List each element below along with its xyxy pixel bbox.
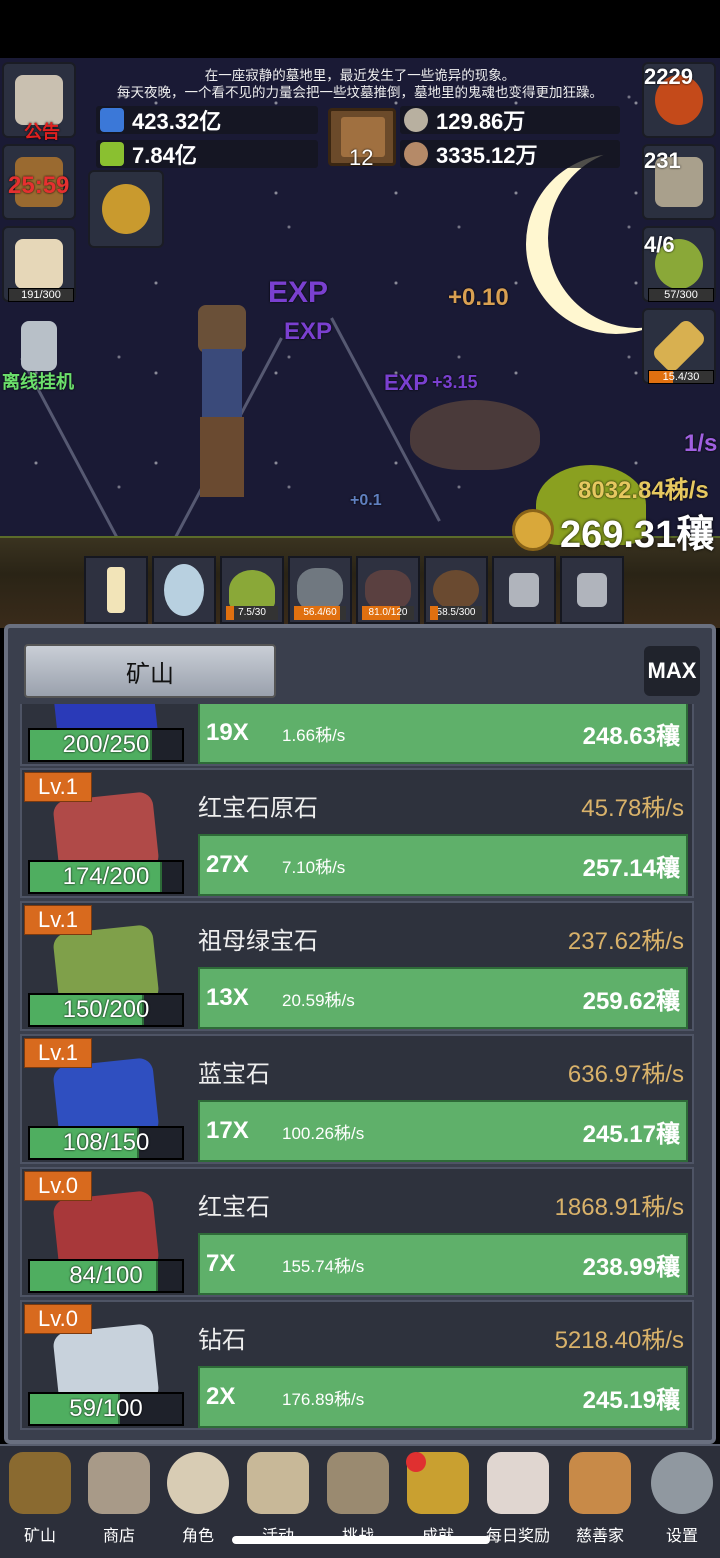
map-icon: [327, 1452, 389, 1514]
slime-button[interactable]: 4/6 57/300: [642, 226, 716, 302]
level-badge: Lv.0: [24, 1304, 92, 1334]
upgrade-button[interactable]: 17X 100.26秭/s 245.17穰: [198, 1100, 688, 1162]
skull-icon: [167, 1452, 229, 1514]
mine-name: 红宝石: [198, 1193, 270, 1221]
gold-coin-icon: [512, 509, 554, 551]
slime-icon: [229, 570, 275, 610]
upgrade-button[interactable]: 13X 20.59秭/s 259.62穰: [198, 967, 688, 1029]
mine-name: 钻石: [198, 1326, 246, 1354]
nav-charity[interactable]: 慈善家: [560, 1452, 640, 1552]
gear-icon: [651, 1452, 713, 1514]
mine-rate: 1868.91秭/s: [554, 1194, 684, 1221]
spider-slot[interactable]: 58.5/300: [424, 556, 488, 624]
mine-row-emerald: Lv.1 150/200 祖母绿宝石 237.62秭/s 13X 20.59秭/…: [20, 901, 694, 1031]
locked-slot[interactable]: [560, 556, 624, 624]
nav-settings[interactable]: 设置: [642, 1452, 720, 1552]
egg-icon: [164, 564, 204, 616]
golden-key-icon: [102, 184, 150, 234]
silver-coin-resource: 129.86万: [400, 106, 620, 134]
mine-panel: 矿山 MAX 200/250 19X 1.66秭/s 248.63穰 Lv.1 …: [4, 624, 716, 1444]
hero-character: [188, 305, 258, 505]
mine-list[interactable]: 200/250 19X 1.66秭/s 248.63穰 Lv.1 174/200…: [20, 704, 696, 1432]
locked-slot[interactable]: [492, 556, 556, 624]
notice-button[interactable]: 公告: [2, 62, 76, 142]
upgrade-button[interactable]: 7X 155.74秭/s 238.99穰: [198, 1233, 688, 1295]
damage-float: +0.1: [350, 492, 382, 509]
level-badge: Lv.1: [24, 905, 92, 935]
nav-daily[interactable]: 每日奖励: [478, 1452, 558, 1552]
egg-slot[interactable]: [152, 556, 216, 624]
mine-rate: 5218.40秭/s: [554, 1327, 684, 1354]
nav-mine[interactable]: 矿山: [0, 1452, 80, 1552]
damage-float: +3.15: [432, 372, 478, 392]
green-potion-icon: [100, 142, 124, 166]
lock-icon: [577, 573, 607, 607]
book-button[interactable]: 12: [328, 108, 396, 170]
gold-total: 269.31穰: [512, 504, 714, 556]
nav-shop[interactable]: 商店: [79, 1452, 159, 1552]
status-bar-area: [0, 0, 720, 58]
exp-float: EXP: [384, 370, 429, 395]
offline-button[interactable]: 离线挂机: [2, 308, 76, 392]
shop-icon: [88, 1452, 150, 1514]
letter-icon: [487, 1452, 549, 1514]
meat-icon: [404, 142, 428, 166]
candle-slot[interactable]: [84, 556, 148, 624]
damage-float: +0.10: [448, 284, 509, 311]
upgrade-button[interactable]: 2X 176.89秭/s 245.19穰: [198, 1366, 688, 1428]
sword-icon: [650, 317, 708, 375]
slime-slot[interactable]: 7.5/30: [220, 556, 284, 624]
bat-slot[interactable]: 81.0/120: [356, 556, 420, 624]
notification-dot: [406, 1452, 426, 1472]
blue-potion-resource: 423.32亿: [96, 106, 318, 134]
chest-button[interactable]: 231: [642, 144, 716, 220]
upgrade-button[interactable]: 27X 7.10秭/s 257.14穰: [198, 834, 688, 896]
lock-icon: [509, 573, 539, 607]
mine-row-diamond: Lv.0 59/100 钻石 5218.40秭/s 2X 176.89秭/s 2…: [20, 1300, 694, 1430]
bat-icon: [365, 570, 411, 610]
upgrade-button[interactable]: 19X 1.66秭/s 248.63穰: [198, 704, 688, 764]
level-badge: Lv.1: [24, 1038, 92, 1068]
tab-mine[interactable]: 矿山: [24, 644, 276, 698]
mine-name: 红宝石原石: [198, 794, 318, 822]
spider-icon: [433, 570, 479, 610]
lantern-icon: [9, 1452, 71, 1514]
notice-text: 在一座寂静的墓地里，最近发生了一些诡异的现象。 每天夜晚，一个看不见的力量会把一…: [117, 68, 603, 101]
mine-row-ruby: Lv.0 84/100 红宝石 1868.91秭/s 7X 155.74秭/s …: [20, 1167, 694, 1297]
bat-enemy: [410, 400, 540, 470]
green-potion-resource: 7.84亿: [96, 140, 318, 168]
meat-resource: 3335.12万: [400, 140, 620, 168]
exp-float: EXP: [284, 318, 333, 345]
level-badge: Lv.1: [24, 772, 92, 802]
nav-character[interactable]: 角色: [158, 1452, 238, 1552]
key-icon: [21, 321, 57, 371]
max-button[interactable]: MAX: [644, 646, 700, 696]
mine-rate: 45.78秭/s: [581, 795, 684, 822]
ghost-slot[interactable]: 56.4/60: [288, 556, 352, 624]
potion-button[interactable]: 2229: [642, 62, 716, 138]
golden-key-button[interactable]: [88, 170, 164, 248]
sword-button[interactable]: 15.4/30: [642, 308, 716, 384]
silver-coin-icon: [404, 108, 428, 132]
mine-row-sapphire: Lv.1 108/150 蓝宝石 636.97秭/s 17X 100.26秭/s…: [20, 1034, 694, 1164]
bread-icon: [569, 1452, 631, 1514]
mine-rate: 636.97秭/s: [567, 1061, 684, 1088]
torch-timer-button[interactable]: 25:59: [2, 144, 76, 220]
monster-slots: 7.5/30 56.4/60 81.0/120 58.5/300: [84, 556, 624, 626]
level-badge: Lv.0: [24, 1171, 92, 1201]
exp-float: EXP: [268, 276, 329, 309]
scroll-icon: [247, 1452, 309, 1514]
mine-row-raw-ruby: Lv.1 174/200 红宝石原石 45.78秭/s 27X 7.10秭/s …: [20, 768, 694, 898]
brain-button[interactable]: 191/300: [2, 226, 76, 302]
mine-name: 祖母绿宝石: [198, 927, 318, 955]
income-rate: 8032.84秭/s: [578, 477, 709, 504]
hit-rate: 1/s: [684, 430, 718, 457]
brain-icon: [15, 239, 63, 289]
blue-potion-icon: [100, 108, 124, 132]
mine-row-sapphire-top: 200/250 19X 1.66秭/s 248.63穰: [20, 704, 694, 766]
home-indicator: [232, 1536, 490, 1544]
mine-rate: 237.62秭/s: [567, 928, 684, 955]
mine-name: 蓝宝石: [198, 1060, 270, 1088]
candle-icon: [107, 567, 125, 613]
